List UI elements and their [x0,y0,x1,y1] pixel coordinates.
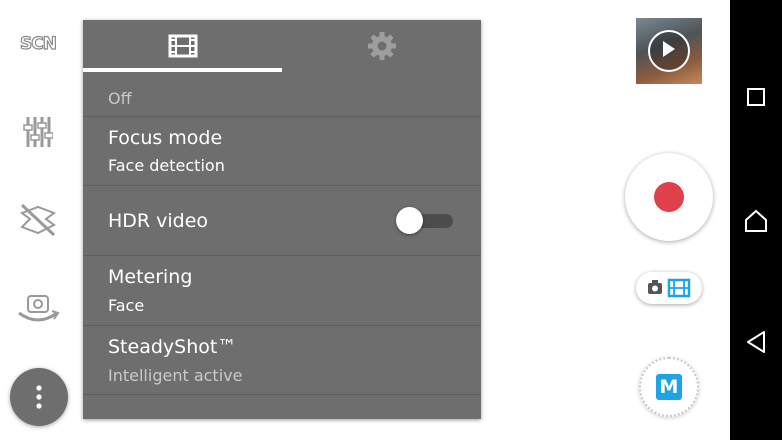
recents-icon [747,88,765,106]
flash-off-icon[interactable] [14,200,62,240]
back-icon [747,331,765,353]
play-icon [648,30,690,72]
scene-button[interactable]: SCN [14,24,62,64]
record-icon [654,182,684,212]
setting-row-partial[interactable]: Off [83,72,481,117]
setting-row-focus-mode[interactable]: Focus mode Face detection [83,117,481,186]
camera-switch-icon[interactable] [14,290,62,330]
setting-row-steadyshot[interactable]: SteadyShot™ Intelligent active [83,326,481,395]
more-options-button[interactable] [10,368,68,426]
setting-value: Intelligent active [108,366,243,385]
tab-general-settings[interactable] [282,20,481,72]
manual-mode-button[interactable]: M [639,357,699,417]
manual-mode-badge: M [656,374,682,400]
video-mode-icon [667,278,691,298]
setting-row-metering[interactable]: Metering Face [83,256,481,326]
scene-label: SCN [19,33,57,54]
setting-title: Focus mode [108,127,223,149]
film-icon [168,34,197,58]
capture-mode-switch[interactable] [636,272,702,304]
setting-title: Metering [108,266,193,288]
recents-button[interactable] [742,83,770,111]
settings-tabs [83,20,481,72]
setting-value: Off [108,89,132,108]
home-icon [745,209,767,232]
setting-row-hdr-video[interactable]: HDR video [83,186,481,256]
back-button[interactable] [742,328,770,356]
navigation-bar [730,0,782,440]
settings-panel: Off Focus mode Face detection HDR video … [83,20,481,419]
record-button[interactable] [625,153,713,241]
photo-mode-icon [648,280,662,294]
hdr-toggle-knob[interactable] [396,207,423,234]
home-button[interactable] [742,207,770,235]
last-capture-thumbnail[interactable] [636,18,702,84]
setting-title: HDR video [108,210,209,232]
setting-value: Face [108,296,145,315]
setting-value: Face detection [108,156,225,175]
setting-title: SteadyShot™ [108,336,237,358]
tab-video-settings[interactable] [83,20,282,72]
gear-icon [367,32,396,60]
equalizer-icon[interactable] [14,112,62,152]
more-vert-icon [36,385,42,409]
